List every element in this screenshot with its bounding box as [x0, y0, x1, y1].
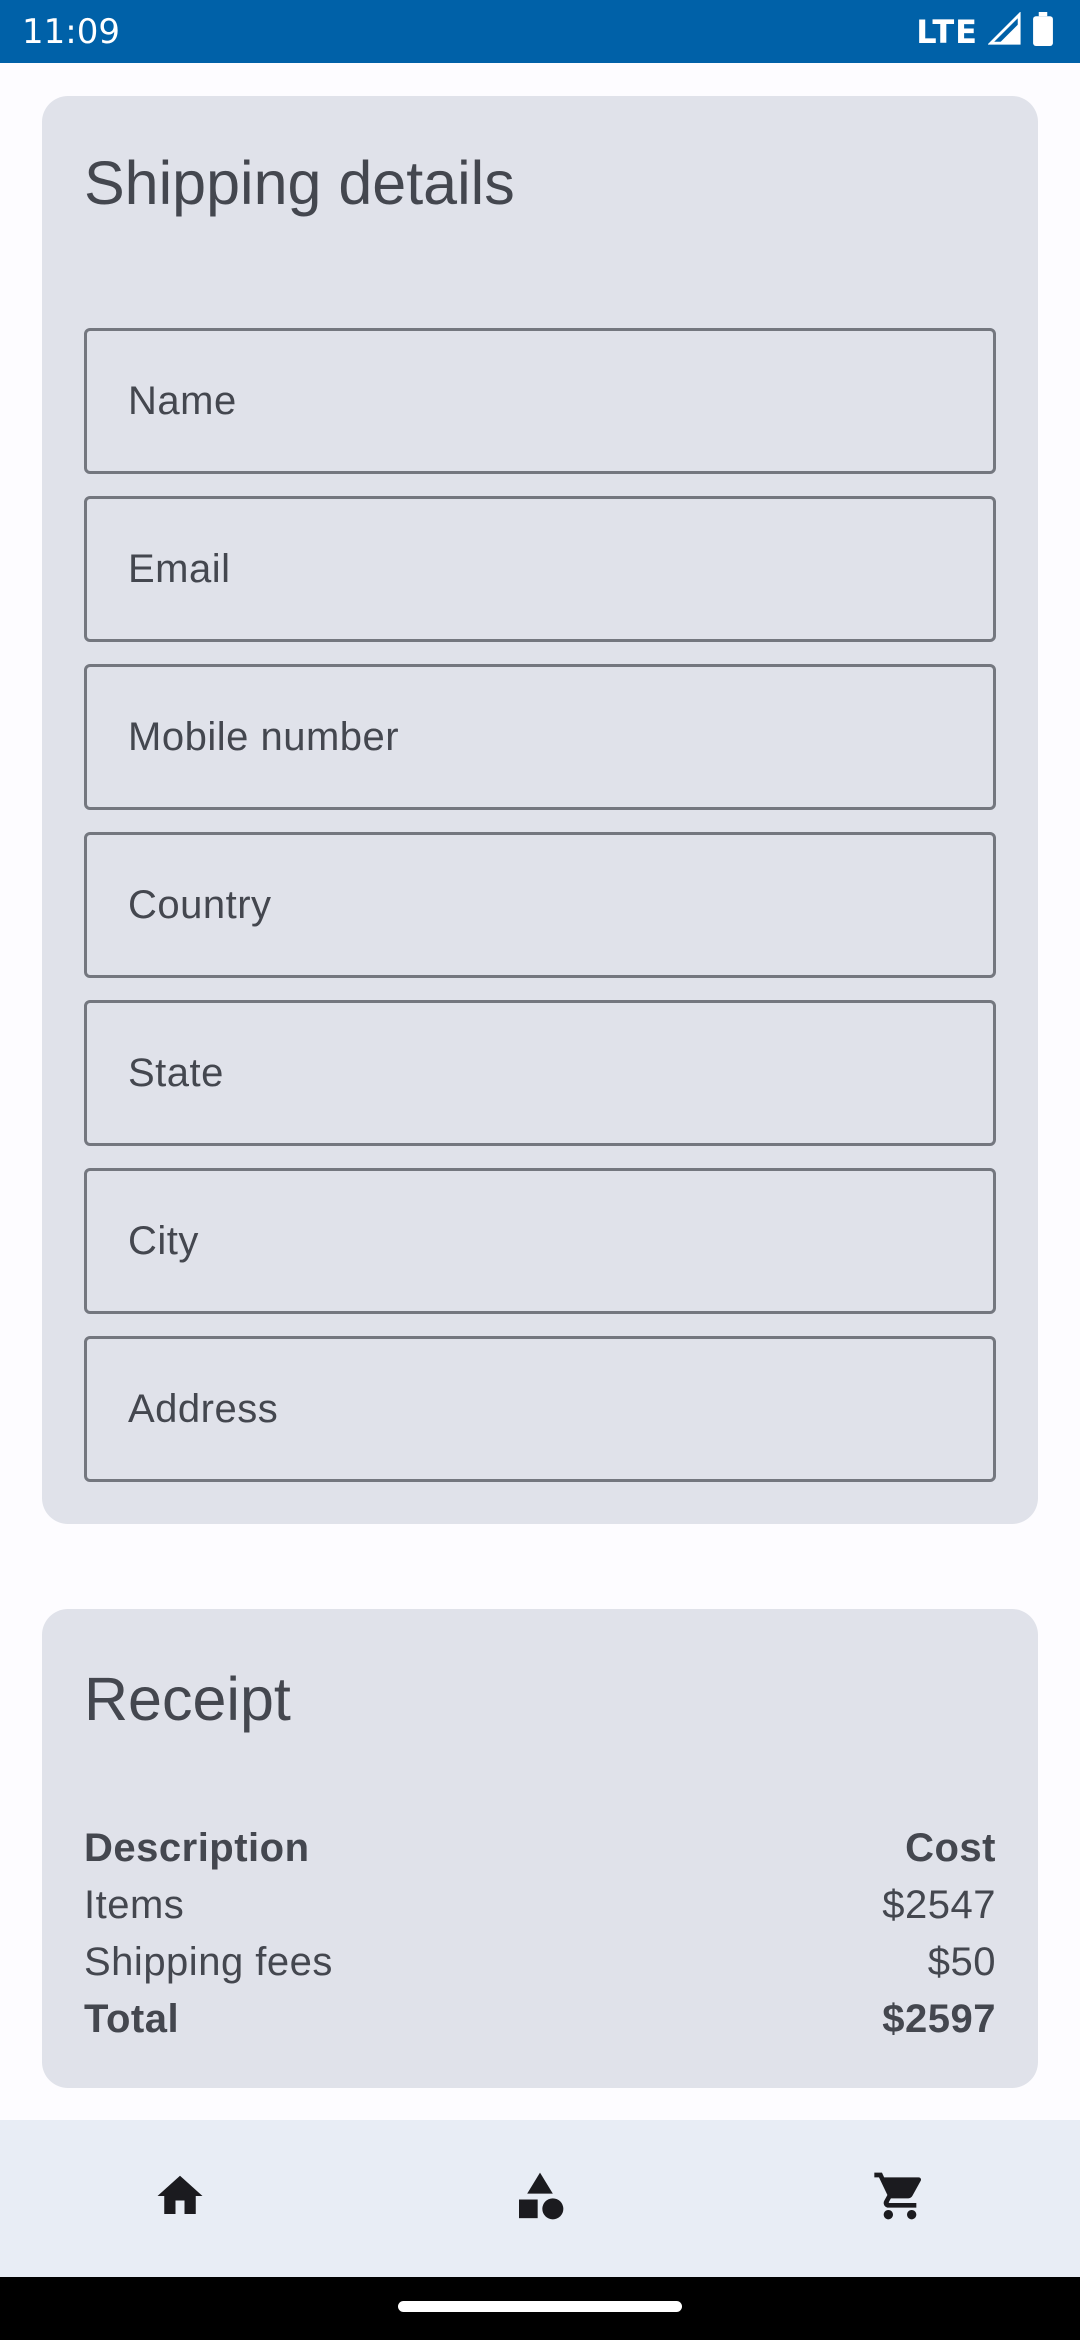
nav-cart[interactable]	[780, 2120, 1020, 2277]
receipt-row-cost: $2547	[882, 1883, 996, 1927]
receipt-row-description: Items	[84, 1883, 185, 1927]
nav-categories[interactable]	[420, 2120, 660, 2277]
state-field[interactable]: State	[84, 1000, 996, 1146]
receipt-row-cost: $50	[927, 1940, 996, 1984]
receipt-header-description: Description	[84, 1826, 310, 1870]
receipt-header-cost: Cost	[905, 1826, 996, 1870]
gesture-handle[interactable]	[398, 2301, 682, 2312]
email-field[interactable]: Email	[84, 496, 996, 642]
receipt-row-shipping-fees: Shipping fees $50	[84, 1940, 996, 1985]
cart-icon	[872, 2168, 928, 2229]
mobile-number-field[interactable]: Mobile number	[84, 664, 996, 810]
shipping-details-title: Shipping details	[84, 149, 515, 217]
receipt-total-row: Total $2597	[84, 1997, 996, 2042]
country-field[interactable]: Country	[84, 832, 996, 978]
bottom-navigation	[0, 2120, 1080, 2277]
home-icon	[153, 2169, 207, 2228]
receipt-row-description: Shipping fees	[84, 1940, 333, 1984]
status-time: 11:09	[22, 11, 120, 52]
signal-icon	[987, 11, 1022, 51]
category-icon	[512, 2168, 568, 2229]
battery-icon	[1032, 12, 1054, 51]
address-field[interactable]: Address	[84, 1336, 996, 1482]
nav-home[interactable]	[60, 2120, 300, 2277]
city-field[interactable]: City	[84, 1168, 996, 1314]
receipt-header-row: Description Cost	[84, 1826, 996, 1871]
status-bar: 11:09 LTE	[0, 0, 1080, 63]
receipt-title: Receipt	[84, 1665, 291, 1733]
receipt-total-cost: $2597	[882, 1997, 996, 2041]
receipt-total-label: Total	[84, 1997, 180, 2041]
network-type: LTE	[916, 12, 978, 51]
name-field[interactable]: Name	[84, 328, 996, 474]
status-indicators: LTE	[916, 11, 1054, 51]
receipt-row-items: Items $2547	[84, 1883, 996, 1928]
